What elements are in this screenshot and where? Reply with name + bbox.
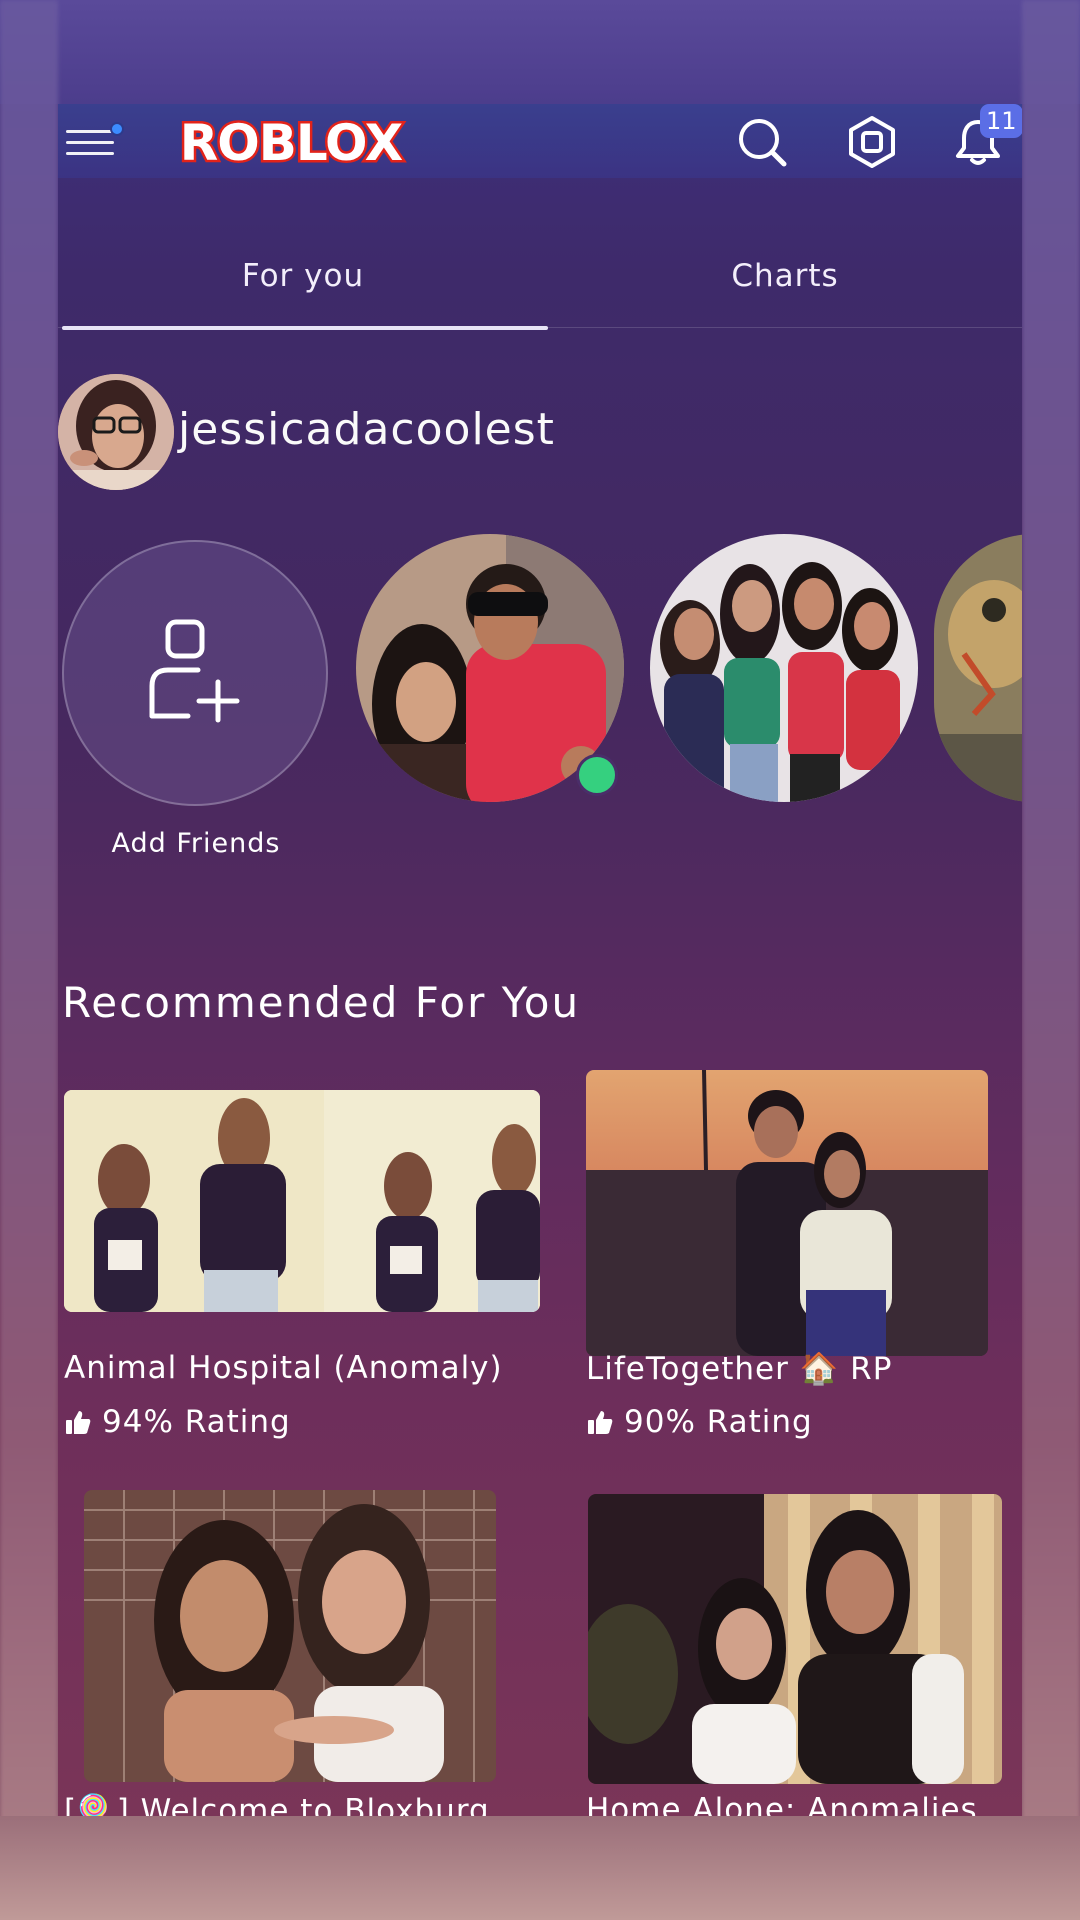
avatar-photo — [58, 374, 174, 490]
friend-photo — [650, 534, 918, 802]
hamburger-menu-button[interactable] — [64, 120, 124, 164]
game-title: Animal Hospital (Anomaly) — [64, 1350, 503, 1386]
menu-line-icon — [66, 141, 114, 144]
username[interactable]: jessicadacoolest — [178, 404, 555, 455]
thumbs-up-icon — [66, 1411, 91, 1434]
online-status-indicator — [576, 754, 618, 796]
game-title: [🍭] Welcome to Bloxburg — [64, 1793, 490, 1816]
user-avatar[interactable] — [58, 374, 174, 490]
active-tab-indicator — [62, 326, 548, 330]
tab-for-you[interactable]: For you — [58, 224, 548, 328]
thumbs-up-icon — [588, 1411, 613, 1434]
friend-avatar[interactable] — [934, 534, 1022, 802]
menu-line-icon — [66, 130, 114, 133]
game-rating: 90% Rating — [586, 1404, 813, 1440]
tab-bar: For you Charts — [58, 224, 1022, 328]
section-title: Recommended For You — [62, 978, 581, 1027]
game-title: Home Alone: Anomalies — [586, 1792, 978, 1816]
svg-text:ROBLOX: ROBLOX — [180, 114, 403, 172]
frame-edge-right — [1022, 0, 1080, 1920]
robux-icon[interactable] — [844, 114, 900, 170]
rating-text: 94% Rating — [102, 1404, 291, 1440]
game-card[interactable]: LifeTogether 🏠 RP 90% Rating — [586, 1070, 988, 1456]
add-friends-label: Add Friends — [111, 828, 281, 859]
friend-avatar[interactable] — [650, 534, 918, 802]
menu-line-icon — [66, 152, 114, 155]
menu-notification-dot — [110, 122, 124, 136]
game-thumbnail — [84, 1490, 496, 1782]
frame-edge-left — [0, 0, 58, 1920]
app-screen: ROBLOX 11 For you Charts jessicadacooles… — [58, 104, 1022, 1816]
game-title: LifeTogether 🏠 RP — [586, 1351, 893, 1387]
tab-charts[interactable]: Charts — [548, 224, 1022, 328]
game-thumbnail — [64, 1090, 540, 1312]
notification-badge: 11 — [980, 104, 1022, 138]
game-thumbnail — [588, 1494, 1002, 1784]
friend-photo — [934, 534, 1022, 802]
game-rating: 94% Rating — [64, 1404, 291, 1440]
add-friend-icon — [149, 619, 240, 723]
frame-top — [0, 0, 1080, 104]
frame-bottom — [0, 1816, 1080, 1920]
game-card[interactable]: Home Alone: Anomalies — [586, 1494, 1002, 1816]
game-thumbnail — [586, 1070, 988, 1356]
game-card[interactable]: [🍭] Welcome to Bloxburg — [64, 1490, 496, 1816]
search-icon[interactable] — [734, 114, 790, 170]
game-card[interactable]: Animal Hospital (Anomaly) 94% Rating — [64, 1090, 540, 1456]
rating-text: 90% Rating — [624, 1404, 813, 1440]
roblox-logo[interactable]: ROBLOX — [150, 110, 432, 173]
add-friends-button[interactable] — [62, 540, 328, 806]
